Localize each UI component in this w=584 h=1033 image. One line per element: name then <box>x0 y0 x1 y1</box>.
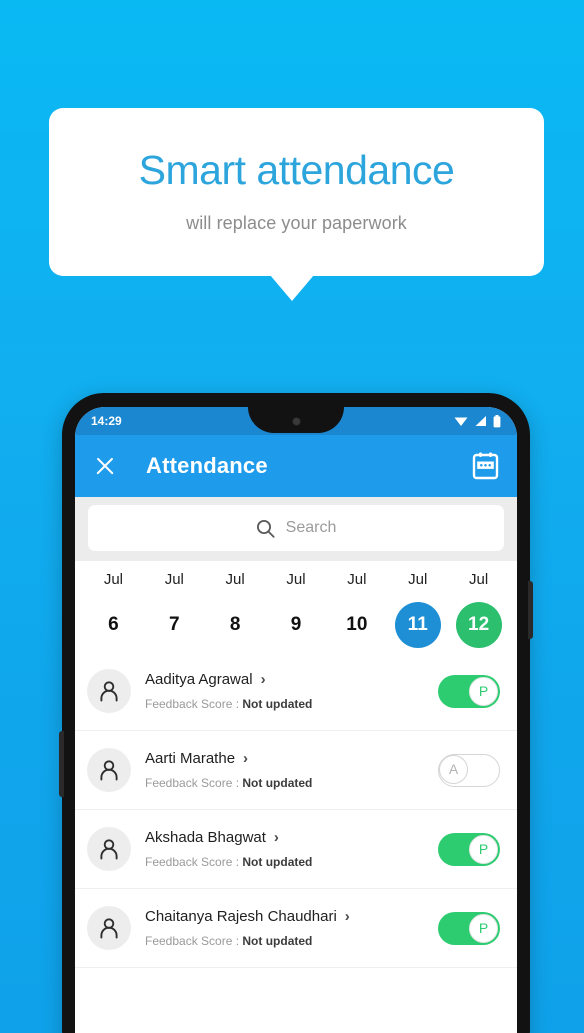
attendance-toggle[interactable]: P <box>438 674 500 708</box>
attendance-toggle-knob: P <box>469 676 498 706</box>
row-name-line: Aaditya Agrawal › <box>145 671 438 688</box>
date-month: Jul <box>468 571 489 588</box>
student-name: Aaditya Agrawal <box>145 671 253 688</box>
feedback-value: Not updated <box>242 697 313 711</box>
attendance-toggle[interactable]: P <box>438 911 500 945</box>
phone-notch <box>248 407 344 433</box>
date-day-selected: 11 <box>394 602 441 648</box>
attendance-toggle-knob: A <box>439 754 468 784</box>
search-icon <box>256 519 275 538</box>
search-placeholder: Search <box>285 519 337 536</box>
table-row[interactable]: Akshada Bhagwat › Feedback Score : Not u… <box>75 810 517 889</box>
row-name-line: Chaitanya Rajesh Chaudhari › <box>145 908 438 925</box>
date-cell-2[interactable]: Jul 8 <box>205 571 266 648</box>
student-name: Aarti Marathe <box>145 750 236 767</box>
status-bar-time: 14:29 <box>91 414 122 428</box>
phone-screen: 14:29 Attendance Search Jul 6 Jul 7 Jul … <box>75 407 517 1033</box>
feedback-label: Feedback Score : <box>145 697 243 711</box>
student-list: Aaditya Agrawal › Feedback Score : Not u… <box>75 652 517 968</box>
avatar <box>87 906 131 950</box>
feedback-label: Feedback Score : <box>145 855 243 869</box>
chevron-right-icon[interactable]: › <box>345 908 350 925</box>
date-cell-1[interactable]: Jul 7 <box>144 571 205 648</box>
date-month: Jul <box>347 571 367 588</box>
date-month: Jul <box>408 571 428 588</box>
person-icon <box>100 918 118 939</box>
search-input[interactable]: Search <box>88 505 504 551</box>
avatar <box>87 748 131 792</box>
date-strip: Jul 6 Jul 7 Jul 8 Jul 9 Jul 10 Jul 11 Ju… <box>75 561 517 652</box>
row-text: Aarti Marathe › Feedback Score : Not upd… <box>145 750 438 790</box>
date-day: 10 <box>346 614 368 635</box>
battery-icon <box>493 414 501 427</box>
date-month: Jul <box>225 571 245 588</box>
close-icon[interactable] <box>93 454 117 478</box>
feedback-value: Not updated <box>242 776 313 790</box>
feedback-score: Feedback Score : Not updated <box>145 697 438 711</box>
wifi-icon <box>454 417 468 426</box>
chevron-right-icon[interactable]: › <box>274 829 279 846</box>
feedback-score: Feedback Score : Not updated <box>145 934 438 948</box>
attendance-toggle[interactable]: A <box>438 753 500 787</box>
status-bar-icons <box>454 414 501 428</box>
attendance-toggle-knob: P <box>469 913 498 943</box>
promo-callout-card: Smart attendance will replace your paper… <box>49 108 544 276</box>
avatar <box>87 827 131 871</box>
date-cell-5[interactable]: Jul 11 <box>387 571 448 648</box>
date-day: 6 <box>108 614 119 635</box>
attendance-toggle[interactable]: P <box>438 832 500 866</box>
app-bar: Attendance <box>75 435 517 497</box>
phone-power-button[interactable] <box>528 581 533 639</box>
date-month: Jul <box>286 571 306 588</box>
date-day: 8 <box>229 614 241 635</box>
date-day: 7 <box>168 614 180 635</box>
feedback-value: Not updated <box>242 855 313 869</box>
phone-volume-button[interactable] <box>59 731 64 797</box>
chevron-right-icon[interactable]: › <box>243 750 248 767</box>
person-icon <box>100 760 118 781</box>
date-cell-6[interactable]: Jul 12 <box>448 571 509 648</box>
person-icon <box>100 839 118 860</box>
attendance-toggle-knob: P <box>469 834 498 864</box>
date-month: Jul <box>103 571 124 588</box>
student-name: Akshada Bhagwat <box>145 829 266 846</box>
student-name: Chaitanya Rajesh Chaudhari <box>145 908 337 925</box>
search-strip: Search <box>75 497 517 561</box>
date-day: 9 <box>290 614 302 635</box>
feedback-label: Feedback Score : <box>145 934 243 948</box>
avatar <box>87 669 131 713</box>
row-name-line: Aarti Marathe › <box>145 750 438 767</box>
signal-icon <box>475 416 486 426</box>
person-icon <box>100 681 118 702</box>
feedback-score: Feedback Score : Not updated <box>145 855 438 869</box>
row-text: Akshada Bhagwat › Feedback Score : Not u… <box>145 829 438 869</box>
row-text: Chaitanya Rajesh Chaudhari › Feedback Sc… <box>145 908 438 948</box>
date-day-selected: 12 <box>455 602 502 648</box>
row-name-line: Akshada Bhagwat › <box>145 829 438 846</box>
page-title: Attendance <box>146 453 268 478</box>
date-cell-4[interactable]: Jul 10 <box>326 571 387 648</box>
promo-callout-tail <box>270 275 314 301</box>
date-cell-0[interactable]: Jul 6 <box>83 571 144 648</box>
date-cell-3[interactable]: Jul 9 <box>266 571 327 648</box>
table-row[interactable]: Aarti Marathe › Feedback Score : Not upd… <box>75 731 517 810</box>
front-camera-icon <box>291 416 301 426</box>
chevron-right-icon[interactable]: › <box>261 671 266 688</box>
table-row[interactable]: Aaditya Agrawal › Feedback Score : Not u… <box>75 652 517 731</box>
table-row[interactable]: Chaitanya Rajesh Chaudhari › Feedback Sc… <box>75 889 517 968</box>
phone-mockup: 14:29 Attendance Search Jul 6 Jul 7 Jul … <box>59 393 533 1033</box>
feedback-value: Not updated <box>242 934 313 948</box>
promo-subtitle: will replace your paperwork <box>186 213 407 233</box>
calendar-icon[interactable] <box>472 452 499 480</box>
feedback-score: Feedback Score : Not updated <box>145 776 438 790</box>
promo-title: Smart attendance <box>138 147 455 193</box>
feedback-label: Feedback Score : <box>145 776 243 790</box>
date-month: Jul <box>164 571 184 588</box>
row-text: Aaditya Agrawal › Feedback Score : Not u… <box>145 671 438 711</box>
